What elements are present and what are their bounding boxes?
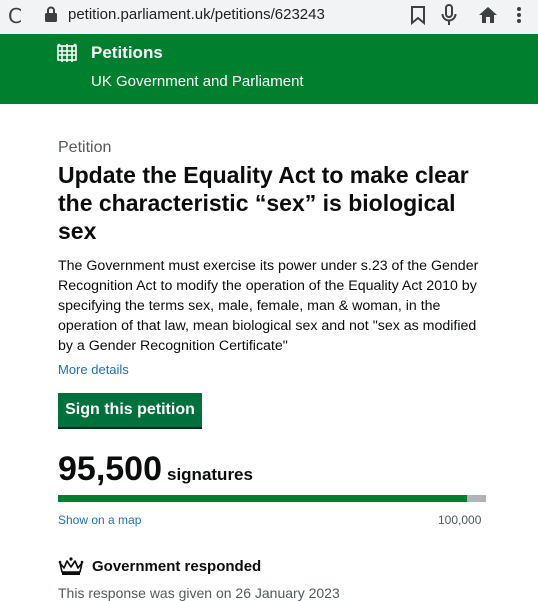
petition-description: The Government must exercise its power u…	[58, 258, 479, 354]
site-brand-link[interactable]: Petitions	[91, 43, 163, 63]
site-header: Petitions UK Government and Parliament	[0, 34, 538, 104]
bookmark-icon[interactable]	[408, 4, 428, 26]
url-field[interactable]: petition.parliament.uk/petitions/623243	[68, 6, 325, 23]
site-subtitle: UK Government and Parliament	[91, 73, 304, 90]
signature-progress-fill	[58, 495, 467, 502]
signature-target: 100,000	[438, 513, 482, 527]
portcullis-icon	[57, 43, 77, 62]
sign-petition-button[interactable]: Sign this petition	[58, 393, 202, 429]
petition-caption: Petition	[58, 139, 112, 156]
signature-count: 95,500	[58, 450, 162, 488]
lock-icon	[45, 6, 57, 22]
browser-address-bar: C petition.parliament.uk/petitions/62324…	[0, 0, 538, 34]
reload-icon[interactable]: C	[8, 4, 22, 28]
microphone-icon[interactable]	[440, 3, 458, 27]
government-responded-heading: Government responded	[92, 558, 262, 575]
more-icon[interactable]	[512, 4, 526, 26]
signature-progress-bar	[58, 495, 486, 502]
show-on-map-link[interactable]: Show on a map	[58, 513, 141, 527]
more-details-link[interactable]: More details	[58, 362, 129, 377]
crown-icon	[58, 557, 84, 575]
petition-title: Update the Equality Act to make clear th…	[58, 162, 469, 244]
signature-count-label: signatures	[167, 465, 253, 484]
home-icon[interactable]	[478, 5, 498, 25]
government-response-date: This response was given on 26 January 20…	[58, 585, 340, 601]
